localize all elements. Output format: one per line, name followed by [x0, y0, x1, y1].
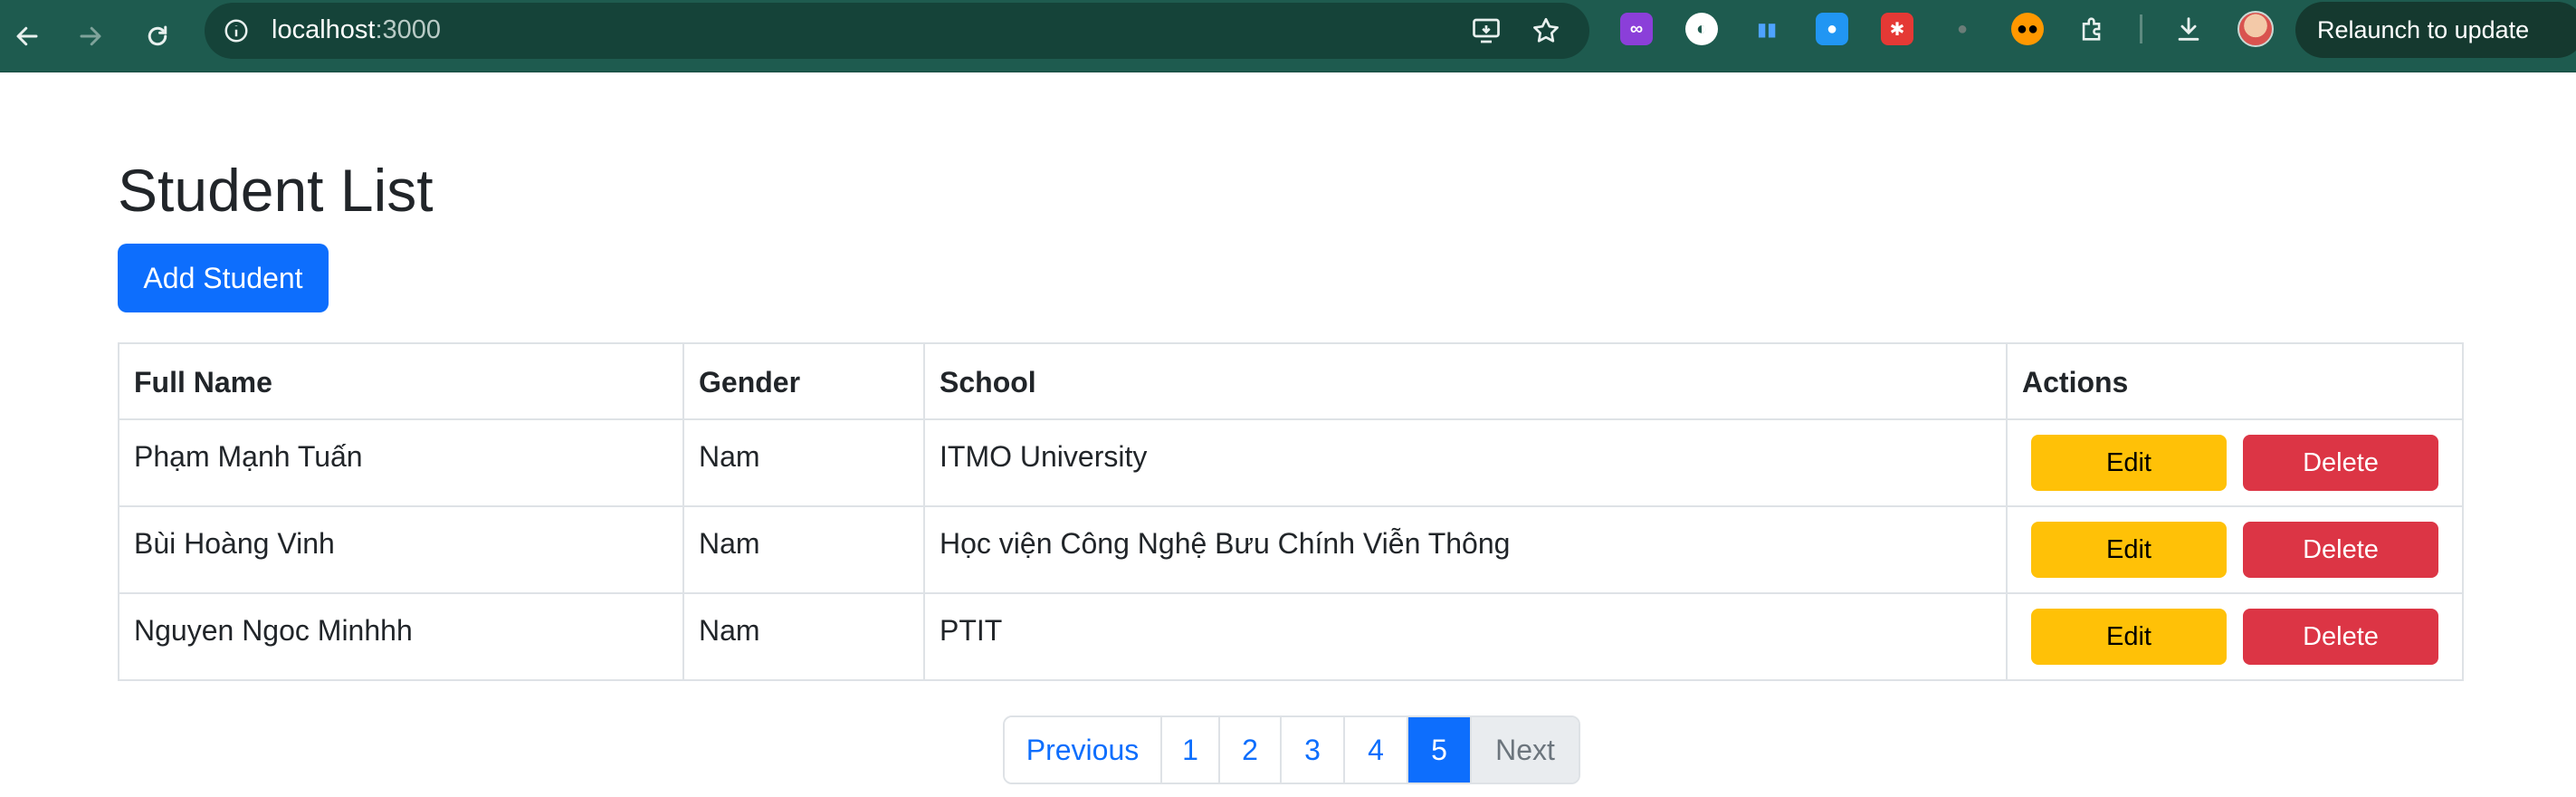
header-actions: Actions — [2006, 342, 2464, 420]
delete-button[interactable]: Delete — [2243, 522, 2438, 578]
toolbar-divider — [2140, 14, 2142, 43]
cell-actions: Edit Delete — [2006, 592, 2464, 681]
table-row: Phạm Mạnh Tuấn Nam ITMO University Edit D… — [118, 418, 2464, 507]
forward-arrow-icon — [80, 26, 101, 46]
extension-bars-icon[interactable]: ▮▮ — [1751, 13, 1783, 45]
address-bar[interactable]: localhost:3000 — [205, 3, 1589, 59]
cell-gender: Nam — [682, 592, 925, 681]
table-row: Bùi Hoàng Vinh Nam Học viện Công Nghệ Bư… — [118, 505, 2464, 594]
add-student-button[interactable]: Add Student — [118, 244, 329, 312]
reload-button[interactable] — [132, 11, 183, 62]
url-port: :3000 — [375, 15, 442, 44]
pagination-page-4[interactable]: 4 — [1345, 717, 1408, 783]
back-button[interactable] — [2, 11, 52, 62]
pagination-previous[interactable]: Previous — [1005, 717, 1162, 783]
edit-button[interactable]: Edit — [2031, 522, 2227, 578]
header-gender: Gender — [682, 342, 925, 420]
extension-red-icon[interactable]: ✱ — [1881, 13, 1913, 45]
extension-drop-icon[interactable]: ● — [1816, 13, 1848, 45]
cell-actions: Edit Delete — [2006, 418, 2464, 507]
relaunch-button[interactable]: Relaunch to update — [2295, 2, 2576, 58]
profile-avatar[interactable] — [2237, 11, 2274, 47]
pagination: Previous 1 2 3 4 5 Next — [1003, 715, 1580, 784]
table-row: Nguyen Ngoc Minhhh Nam PTIT Edit Delete — [118, 592, 2464, 681]
delete-button[interactable]: Delete — [2243, 609, 2438, 665]
pagination-page-3[interactable]: 3 — [1282, 717, 1345, 783]
cell-gender: Nam — [682, 418, 925, 507]
url-text[interactable]: localhost:3000 — [272, 15, 441, 45]
cell-school: Học viện Công Nghệ Bưu Chính Viễn Thông — [923, 505, 2008, 594]
cell-school: ITMO University — [923, 418, 2008, 507]
extension-gray-icon[interactable]: ● — [1946, 13, 1979, 45]
download-icon[interactable] — [2172, 13, 2205, 45]
page-title: Student List — [118, 157, 434, 224]
cell-school: PTIT — [923, 592, 2008, 681]
pagination-page-5-active[interactable]: 5 — [1408, 717, 1472, 783]
pagination-page-1[interactable]: 1 — [1162, 717, 1220, 783]
back-arrow-icon — [16, 26, 38, 46]
cell-full-name: Bùi Hoàng Vinh — [118, 505, 684, 594]
pagination-next: Next — [1472, 717, 1579, 783]
cell-full-name: Nguyen Ngoc Minhhh — [118, 592, 684, 681]
header-school: School — [923, 342, 2008, 420]
student-table: Full Name Gender School Actions Phạm Mạn… — [118, 342, 2464, 681]
site-info-icon[interactable] — [223, 17, 250, 44]
cell-gender: Nam — [682, 505, 925, 594]
extension-globe-icon[interactable]: ◐ — [1685, 13, 1718, 45]
edit-button[interactable]: Edit — [2031, 609, 2227, 665]
bookmark-star-icon[interactable] — [1530, 14, 1562, 47]
delete-button[interactable]: Delete — [2243, 435, 2438, 491]
cell-actions: Edit Delete — [2006, 505, 2464, 594]
extension-eyes-icon[interactable]: ●● — [2011, 13, 2044, 45]
browser-toolbar: localhost:3000 ∞ ◐ ▮▮ ● ✱ ● ●● Relaunch … — [0, 0, 2576, 72]
table-header-row: Full Name Gender School Actions — [118, 342, 2464, 420]
edit-button[interactable]: Edit — [2031, 435, 2227, 491]
header-full-name: Full Name — [118, 342, 684, 420]
extensions-puzzle-icon[interactable] — [2076, 13, 2109, 45]
pagination-page-2[interactable]: 2 — [1220, 717, 1282, 783]
extension-purple-icon[interactable]: ∞ — [1620, 13, 1653, 45]
url-host: localhost — [272, 15, 376, 44]
reload-icon — [148, 25, 167, 46]
install-app-icon[interactable] — [1470, 14, 1503, 47]
cell-full-name: Phạm Mạnh Tuấn — [118, 418, 684, 507]
forward-button[interactable] — [65, 11, 116, 62]
